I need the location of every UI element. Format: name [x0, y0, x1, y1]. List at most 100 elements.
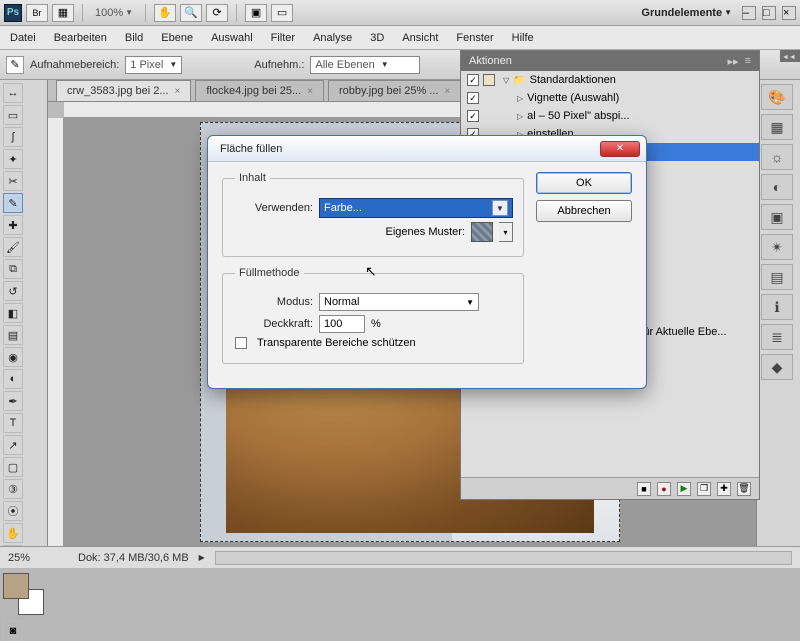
type-tool[interactable]: T [3, 413, 23, 433]
sample-target-dropdown[interactable]: Alle Ebenen▼ [310, 56, 420, 74]
move-tool[interactable]: ↔ [3, 83, 23, 103]
document-tab[interactable]: robby.jpg bei 25% ...× [328, 80, 461, 101]
use-dropdown[interactable]: Farbe... ▼ [319, 198, 513, 218]
close-tab-icon[interactable]: × [307, 86, 313, 97]
cancel-button[interactable]: Abbrechen [536, 200, 632, 222]
menu-bearbeiten[interactable]: Bearbeiten [54, 32, 107, 44]
mode-dropdown[interactable]: Normal▼ [319, 293, 479, 311]
panel-menu-icon[interactable]: ≡ [745, 55, 751, 68]
channels-panel-icon[interactable]: ≣ [761, 324, 793, 350]
paths-panel-icon[interactable]: ◆ [761, 354, 793, 380]
workspace-switcher[interactable]: Grundelemente ▼ [637, 7, 736, 19]
disclosure-triangle-icon[interactable]: ▷ [517, 94, 523, 103]
stamp-tool[interactable]: ⧉ [3, 259, 23, 279]
swatches-panel-icon[interactable]: ▦ [761, 114, 793, 140]
brush-tool[interactable]: 🖌 [3, 237, 23, 257]
current-tool-swatch[interactable]: ✎ [6, 56, 24, 74]
document-tab[interactable]: flocke4.jpg bei 25...× [195, 80, 324, 101]
pattern-swatch[interactable] [471, 222, 493, 242]
ok-button[interactable]: OK [536, 172, 632, 194]
styles-panel-icon[interactable]: ☼ [761, 144, 793, 170]
blur-tool[interactable]: ◉ [3, 347, 23, 367]
action-row[interactable]: ✓▷Vignette (Auswahl) [461, 89, 759, 107]
wand-tool[interactable]: ✦ [3, 149, 23, 169]
document-tab[interactable]: crw_3583.jpg bei 2...× [56, 80, 191, 101]
history-brush-tool[interactable]: ↺ [3, 281, 23, 301]
arrange-button[interactable]: ▣ [245, 4, 267, 22]
dialog-toggle[interactable] [483, 92, 495, 104]
menu-ansicht[interactable]: Ansicht [402, 32, 438, 44]
menu-analyse[interactable]: Analyse [313, 32, 352, 44]
layers-panel-icon[interactable]: ▤ [761, 264, 793, 290]
stop-button[interactable]: ■ [637, 482, 651, 496]
status-zoom[interactable]: 25% [8, 552, 68, 564]
window-close-button[interactable]: × [782, 6, 796, 20]
preserve-transparency-checkbox[interactable] [235, 337, 247, 349]
masks-panel-icon[interactable]: ▣ [761, 204, 793, 230]
dialog-titlebar[interactable]: Fläche füllen ✕ [208, 136, 646, 162]
menu-datei[interactable]: Datei [10, 32, 36, 44]
menu-hilfe[interactable]: Hilfe [512, 32, 534, 44]
menu-fenster[interactable]: Fenster [456, 32, 493, 44]
hscrollbar[interactable] [215, 551, 792, 565]
minibridge-button[interactable]: ▦ [52, 4, 74, 22]
pen-tool[interactable]: ✒ [3, 391, 23, 411]
marquee-tool[interactable]: ▭ [3, 105, 23, 125]
3d-tool[interactable]: ③ [3, 479, 23, 499]
actions-panel-header[interactable]: Aktionen ▸▸ ≡ [461, 51, 759, 71]
toggle-action-checkbox[interactable]: ✓ [467, 110, 479, 122]
window-minimize-button[interactable]: – [742, 6, 756, 20]
hand-tool[interactable]: ✋ [3, 523, 23, 543]
lasso-tool[interactable]: ʃ [3, 127, 23, 147]
play-button[interactable]: ▶ [677, 482, 691, 496]
panel-close-icon[interactable]: ▸▸ [728, 55, 739, 68]
action-row[interactable]: ✓▷al – 50 Pixel" abspi... [461, 107, 759, 125]
record-button[interactable]: ● [657, 482, 671, 496]
app-icon[interactable]: Ps [4, 4, 22, 22]
window-restore-button[interactable]: □ [762, 6, 776, 20]
heal-tool[interactable]: ✚ [3, 215, 23, 235]
disclosure-triangle-icon[interactable]: ▽ [503, 76, 509, 85]
eyedropper-tool[interactable]: ✎ [3, 193, 23, 213]
dialog-close-button[interactable]: ✕ [600, 141, 640, 157]
eraser-tool[interactable]: ◧ [3, 303, 23, 323]
info-panel-icon[interactable]: ℹ [761, 294, 793, 320]
dodge-tool[interactable]: ◐ [3, 369, 23, 389]
rotate-view-button[interactable]: ⟳ [206, 4, 228, 22]
new-action-button[interactable]: ✚ [717, 482, 731, 496]
close-tab-icon[interactable]: × [444, 86, 450, 97]
menu-filter[interactable]: Filter [271, 32, 295, 44]
toggle-action-checkbox[interactable]: ✓ [467, 92, 479, 104]
opacity-input[interactable]: 100 [319, 315, 365, 333]
foreground-swatch[interactable] [3, 573, 29, 599]
zoom-dropdown[interactable]: 100%▼ [91, 7, 137, 19]
shape-tool[interactable]: ▢ [3, 457, 23, 477]
menu-auswahl[interactable]: Auswahl [211, 32, 253, 44]
sample-size-dropdown[interactable]: 1 Pixel▼ [125, 56, 182, 74]
bridge-button[interactable]: Br [26, 4, 48, 22]
delete-button[interactable]: 🗑 [737, 482, 751, 496]
toggle-action-checkbox[interactable]: ✓ [467, 74, 479, 86]
new-set-button[interactable]: ❐ [697, 482, 711, 496]
hand-tool-button[interactable]: ✋ [154, 4, 176, 22]
color-panel-icon[interactable]: 🎨 [761, 84, 793, 110]
menu-ebene[interactable]: Ebene [161, 32, 193, 44]
close-tab-icon[interactable]: × [175, 86, 181, 97]
crop-tool[interactable]: ✂ [3, 171, 23, 191]
panel-collapse-tab[interactable] [780, 50, 800, 62]
3d-cam-tool[interactable]: ⦿ [3, 501, 23, 521]
dialog-toggle[interactable] [483, 110, 495, 122]
screenmode-button[interactable]: ▭ [271, 4, 293, 22]
menu-3d[interactable]: 3D [370, 32, 384, 44]
path-tool[interactable]: ↗ [3, 435, 23, 455]
quickmask-toggle[interactable]: ◙ [3, 621, 23, 641]
adjustments-panel-icon[interactable]: ◐ [761, 174, 793, 200]
gradient-tool[interactable]: ▤ [3, 325, 23, 345]
menu-bild[interactable]: Bild [125, 32, 143, 44]
dialog-toggle[interactable] [483, 74, 495, 86]
disclosure-triangle-icon[interactable]: ▷ [517, 112, 523, 121]
zoom-tool-button[interactable]: 🔍 [180, 4, 202, 22]
pattern-dropdown-arrow[interactable]: ▾ [499, 222, 513, 242]
action-row[interactable]: ✓▽📁Standardaktionen [461, 71, 759, 89]
navigator-panel-icon[interactable]: ✴ [761, 234, 793, 260]
